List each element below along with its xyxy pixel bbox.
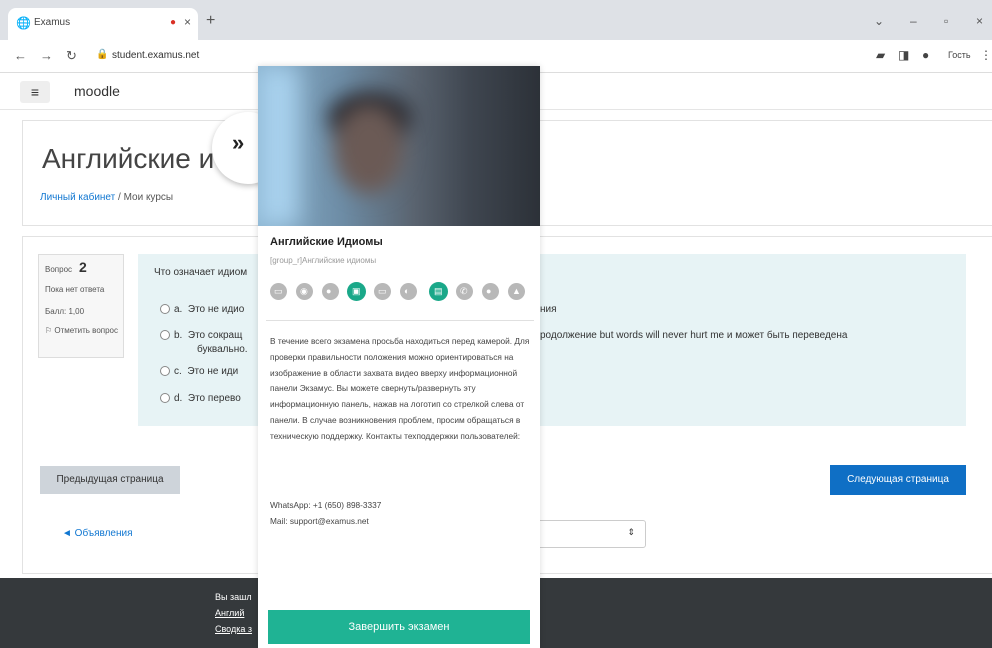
- question-prompt: Что означает идиом: [154, 267, 248, 278]
- screen-icon: ▭: [270, 283, 287, 300]
- url-text: student.examus.net: [112, 50, 200, 61]
- light-icon: ◐: [400, 283, 417, 300]
- support-mail: Mail: support@examus.net: [270, 516, 369, 526]
- question-info-box: Вопрос 2 Пока нет ответа Балл: 1,00 ⚐ От…: [38, 254, 124, 358]
- menu-dots-icon[interactable]: ⋮: [980, 48, 992, 62]
- profile-label[interactable]: Гость: [948, 50, 971, 60]
- answer-option-d[interactable]: d. Это перево: [160, 393, 241, 404]
- close-tab-icon[interactable]: ×: [184, 15, 191, 29]
- browser-icon: ▣: [348, 283, 365, 300]
- forward-icon[interactable]: →: [40, 48, 53, 63]
- new-tab-button[interactable]: +: [206, 12, 215, 30]
- answer-option-a-tail: ния: [540, 304, 557, 315]
- phone-icon: ✆: [456, 283, 473, 300]
- maximize-button[interactable]: ▫: [944, 14, 948, 28]
- hamburger-menu-icon[interactable]: ≡: [20, 81, 50, 103]
- breadcrumb-home-link[interactable]: Личный кабинет: [40, 192, 115, 203]
- side-panel-icon[interactable]: ◨: [898, 48, 909, 62]
- lock-icon: ▲: [508, 283, 525, 300]
- footer-login-text: Вы зашл: [215, 592, 252, 602]
- moodle-brand[interactable]: moodle: [74, 83, 120, 99]
- previous-page-button[interactable]: Предыдущая страница: [40, 466, 180, 494]
- webcam-preview: [258, 66, 540, 226]
- tab-title: Examus: [34, 17, 71, 28]
- proctoring-instructions: В течение всего экзамена просьба находит…: [270, 336, 530, 441]
- question-label: Вопрос: [45, 265, 73, 274]
- next-page-button[interactable]: Следующая страница: [830, 465, 966, 495]
- breadcrumb: Личный кабинет / Мои курсы: [40, 192, 173, 203]
- browser-tab-strip: 🌐 Examus ● × + ⌄ – ▫ ×: [0, 0, 992, 40]
- answer-option-a[interactable]: a. Это не идио: [160, 304, 244, 315]
- question-number: 2: [79, 259, 87, 275]
- display-icon: ▭: [374, 283, 391, 300]
- breadcrumb-current[interactable]: Мои курсы: [124, 192, 174, 203]
- select-arrow-icon: ⇕: [627, 527, 635, 537]
- breadcrumb-separator: /: [118, 192, 121, 203]
- lock-icon: 🔒: [96, 49, 109, 60]
- tab-search-icon[interactable]: ⌄: [874, 14, 884, 28]
- question-mark: Балл: 1,00: [45, 307, 85, 316]
- flag-label: Отметить вопрос: [54, 326, 119, 335]
- close-window-button[interactable]: ×: [976, 14, 983, 28]
- recording-icon: ●: [170, 17, 177, 28]
- footer-summary-link[interactable]: Сводка з: [215, 624, 252, 634]
- answer-option-b-line2: буквально.: [197, 344, 248, 355]
- jump-to-select[interactable]: ⇕: [530, 520, 646, 548]
- exam-subtitle: [group_r]Английские идиомы: [270, 256, 377, 265]
- mic-icon: ●: [322, 283, 339, 300]
- answer-option-b-tail: родолжение but words will never hurt me …: [540, 330, 848, 341]
- person-icon: ●: [482, 283, 499, 300]
- reload-icon[interactable]: ↻: [66, 48, 77, 64]
- minimize-button[interactable]: –: [910, 14, 917, 28]
- camera-icon: ◉: [296, 283, 313, 300]
- flag-question-link[interactable]: ⚐ Отметить вопрос: [45, 325, 121, 336]
- back-icon[interactable]: ←: [14, 48, 27, 63]
- panel-divider: [266, 320, 534, 321]
- profile-icon[interactable]: ●: [922, 48, 929, 62]
- page-title: Английские и: [42, 143, 215, 174]
- radio-button[interactable]: [160, 330, 170, 341]
- id-card-icon: ▤: [430, 283, 447, 300]
- answer-option-b[interactable]: b. Это сокращ: [160, 330, 242, 341]
- double-chevron-icon: »: [232, 130, 245, 155]
- globe-icon: 🌐: [16, 16, 31, 30]
- footer-course-link[interactable]: Англий: [215, 608, 244, 618]
- answer-option-c[interactable]: c. Это не иди: [160, 366, 238, 377]
- support-whatsapp: WhatsApp: +1 (650) 898-3337: [270, 500, 382, 510]
- cast-icon[interactable]: ▰: [876, 48, 885, 62]
- question-state: Пока нет ответа: [45, 285, 105, 294]
- radio-button[interactable]: [160, 366, 170, 377]
- finish-exam-button[interactable]: Завершить экзамен: [268, 610, 530, 644]
- browser-tab[interactable]: 🌐 Examus ● ×: [8, 8, 198, 40]
- radio-button[interactable]: [160, 393, 170, 404]
- address-bar[interactable]: 🔒 student.examus.net: [90, 45, 830, 67]
- exam-title: Английские Идиомы: [270, 236, 383, 248]
- radio-button[interactable]: [160, 304, 170, 315]
- announcements-link[interactable]: ◄ Объявления: [62, 528, 133, 539]
- flag-icon: ⚐: [45, 326, 55, 335]
